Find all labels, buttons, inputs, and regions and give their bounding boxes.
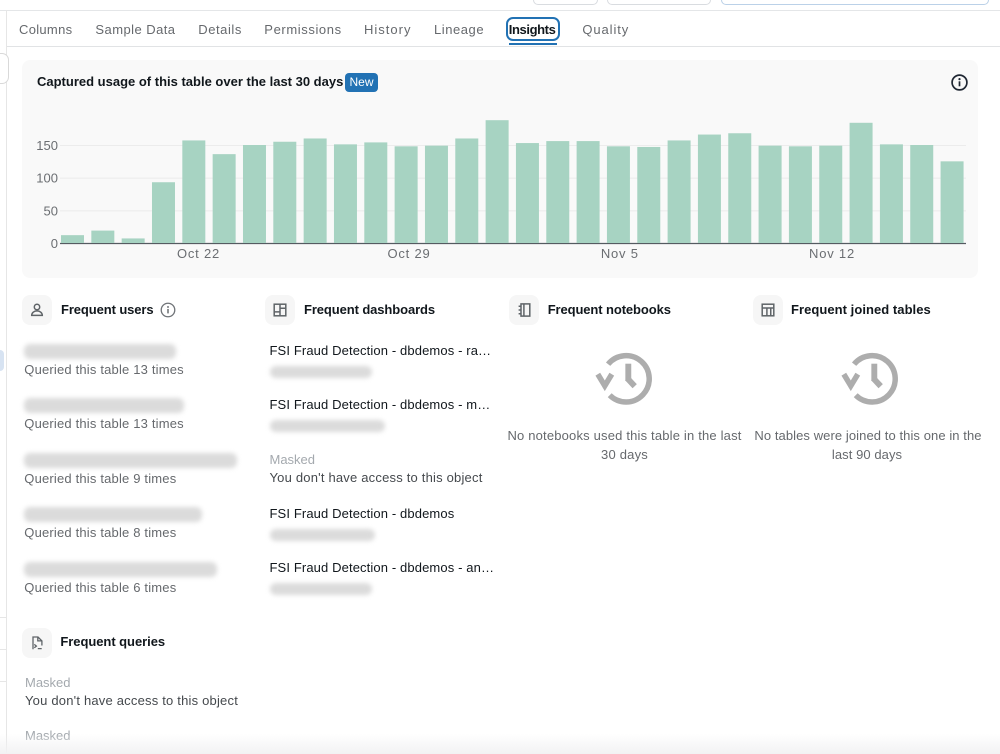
svg-text:Nov 5: Nov 5 [601,246,639,261]
svg-text:150: 150 [36,138,58,153]
svg-text:50: 50 [44,203,58,218]
svg-text:Oct 22: Oct 22 [177,246,220,261]
svg-text:Nov 12: Nov 12 [809,246,855,261]
svg-text:0: 0 [51,236,58,251]
svg-text:100: 100 [36,171,58,186]
svg-text:Oct 29: Oct 29 [387,246,430,261]
